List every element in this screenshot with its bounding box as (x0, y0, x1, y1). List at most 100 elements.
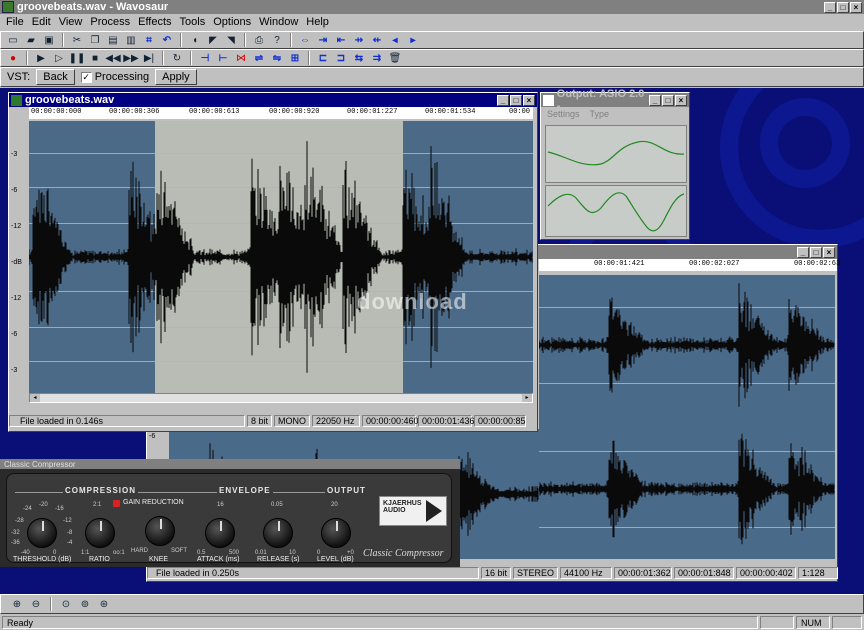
close-button[interactable]: × (523, 94, 535, 106)
zoom-in-icon[interactable]: ⇥ (315, 32, 331, 48)
knob-tick: 20 (331, 502, 338, 508)
menu-help[interactable]: Help (302, 16, 333, 28)
vst-icon[interactable]: ⊞ (287, 50, 303, 66)
menu-file[interactable]: File (2, 16, 28, 28)
resample-icon[interactable]: ⇆ (351, 50, 367, 66)
menu-process[interactable]: Process (86, 16, 134, 28)
output-icon (543, 94, 554, 106)
close-button[interactable]: × (823, 246, 835, 258)
back-button[interactable]: Back (36, 69, 75, 85)
copy-icon[interactable]: ❐ (87, 32, 103, 48)
zoom-out-icon[interactable]: ⊖ (28, 596, 44, 612)
fade-out-icon[interactable]: ◥ (223, 32, 239, 48)
menu-type[interactable]: Type (590, 109, 610, 119)
loop-mode-icon[interactable]: ↻ (169, 50, 185, 66)
crop-icon[interactable]: ⌗ (141, 32, 157, 48)
prev-marker-icon[interactable]: ◂ (387, 32, 403, 48)
apply-button[interactable]: Apply (155, 69, 197, 85)
close-button[interactable]: × (850, 1, 862, 13)
select-all-icon[interactable]: ⇔ (297, 32, 313, 48)
waveform-display[interactable]: download (29, 121, 533, 393)
zoom-full-icon[interactable]: ⊛ (96, 596, 112, 612)
waveform-stereo-display[interactable] (539, 275, 835, 559)
marker-icon[interactable]: ⊣ (197, 50, 213, 66)
horizontal-scrollbar[interactable]: ◂ ▸ (29, 393, 533, 403)
go-end-icon[interactable]: ⇷ (369, 32, 385, 48)
fade-in-icon[interactable]: ◤ (205, 32, 221, 48)
knob-tick: HARD (131, 548, 149, 554)
maximize-button[interactable]: □ (810, 246, 822, 258)
paste-icon[interactable]: ▤ (105, 32, 121, 48)
output-window[interactable]: Output: ASIO 2.0 - _ □ × Settings Type (540, 88, 690, 240)
menu-effects[interactable]: Effects (134, 16, 175, 28)
insert-silence-icon[interactable]: ⊏ (315, 50, 331, 66)
menu-settings[interactable]: Settings (547, 109, 580, 119)
minimize-button[interactable]: _ (497, 94, 509, 106)
zoom-ratio: 1:128 (798, 567, 839, 579)
help-icon[interactable]: ? (269, 32, 285, 48)
minimize-button[interactable]: _ (649, 94, 661, 106)
menu-view[interactable]: View (55, 16, 87, 28)
selection-start: 00:00:01:362 (614, 567, 673, 579)
delete-icon[interactable]: 🗑 (387, 50, 403, 66)
maximize-button[interactable]: □ (662, 94, 674, 106)
fast-forward-icon[interactable]: ▶▶ (123, 50, 139, 66)
normalize-icon[interactable]: ◖ (187, 32, 203, 48)
bit-depth: 16 bit (481, 567, 512, 579)
release-knob[interactable] (263, 518, 293, 548)
db-label: -6 (11, 187, 18, 194)
zoom-in-icon[interactable]: ⊕ (9, 596, 25, 612)
menu-window[interactable]: Window (255, 16, 302, 28)
play-selection-icon[interactable]: ▷ (51, 50, 67, 66)
invert-icon[interactable]: ⇋ (269, 50, 285, 66)
stop-icon[interactable]: ■ (87, 50, 103, 66)
attack-knob[interactable] (205, 518, 235, 548)
threshold-label: THRESHOLD (dB) (13, 556, 72, 563)
region-icon[interactable]: ⊢ (215, 50, 231, 66)
rewind-icon[interactable]: ◀◀ (105, 50, 121, 66)
pause-icon[interactable]: ❚❚ (69, 50, 86, 66)
processing-checkbox[interactable]: ✓ Processing (80, 71, 149, 83)
open-icon[interactable]: ▰ (23, 32, 39, 48)
level-knob[interactable] (321, 518, 351, 548)
minimize-button[interactable]: _ (797, 246, 809, 258)
close-button[interactable]: × (675, 94, 687, 106)
new-icon[interactable]: ▭ (5, 32, 21, 48)
record-icon[interactable]: ● (5, 50, 21, 66)
minimize-button[interactable]: _ (824, 1, 836, 13)
maximize-button[interactable]: □ (510, 94, 522, 106)
ruler-label: 00:00:02:63 (794, 260, 841, 268)
zoom-selection-icon[interactable]: ⊚ (77, 596, 93, 612)
menu-bar: File Edit View Process Effects Tools Opt… (0, 14, 864, 30)
ratio-knob[interactable] (85, 518, 115, 548)
maximize-button[interactable]: □ (837, 1, 849, 13)
reverse-icon[interactable]: ⇌ (251, 50, 267, 66)
print-icon[interactable]: ⎙ (251, 32, 267, 48)
scroll-left-icon[interactable]: ◂ (30, 394, 40, 402)
zoom-fit-icon[interactable]: ⊙ (58, 596, 74, 612)
next-marker-icon[interactable]: ▸ (405, 32, 421, 48)
waveform-window-main[interactable]: groovebeats.wav _ □ × 00:00:00:000 00:00… (8, 92, 538, 432)
knob-tick: -24 (23, 506, 32, 512)
zoom-out-icon[interactable]: ⇤ (333, 32, 349, 48)
menu-options[interactable]: Options (209, 16, 255, 28)
go-start-icon[interactable]: ⇸ (351, 32, 367, 48)
save-icon[interactable]: ▣ (41, 32, 57, 48)
cut-icon[interactable]: ✂ (69, 32, 85, 48)
undo-icon[interactable]: ↶ (159, 32, 175, 48)
threshold-knob[interactable] (27, 518, 57, 548)
sample-rate: 44100 Hz (560, 567, 613, 579)
copy-icon[interactable]: ⇉ (369, 50, 385, 66)
plugin-titlebar: Classic Compressor (0, 459, 460, 469)
menu-tools[interactable]: Tools (176, 16, 210, 28)
play-icon[interactable]: ▶ (33, 50, 49, 66)
menu-edit[interactable]: Edit (28, 16, 55, 28)
trim-icon[interactable]: ⊐ (333, 50, 349, 66)
go-end-icon[interactable]: ▶| (141, 50, 157, 66)
normalize-icon[interactable]: ⋈ (233, 50, 249, 66)
scroll-right-icon[interactable]: ▸ (522, 394, 532, 402)
release-label: RELEASE (s) (257, 556, 300, 563)
knee-knob[interactable] (145, 516, 175, 546)
compressor-plugin-window[interactable]: Classic Compressor COMPRESSION ENVELOPE … (0, 459, 460, 567)
mix-paste-icon[interactable]: ▥ (123, 32, 139, 48)
